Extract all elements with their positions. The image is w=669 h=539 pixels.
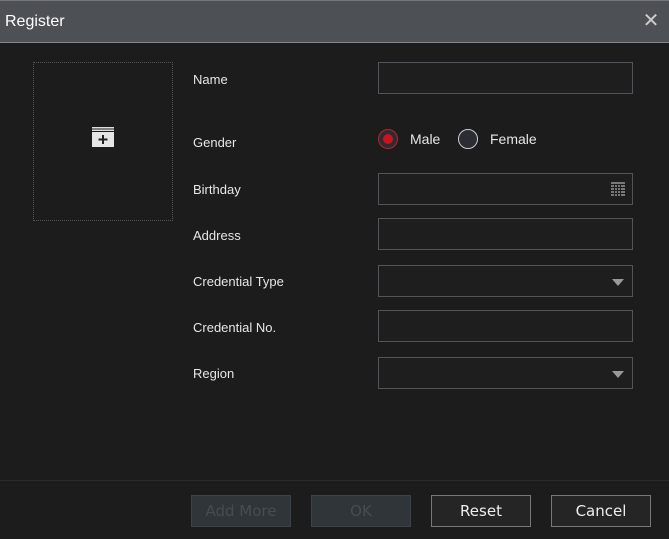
name-label: Name [193,72,228,87]
gender-female-radio[interactable] [458,129,478,149]
address-input[interactable] [378,218,633,250]
name-input[interactable] [378,62,633,94]
calendar-icon[interactable] [611,182,625,196]
birthday-input[interactable] [378,173,633,205]
region-label: Region [193,366,235,381]
dialog-title: Register [5,13,65,30]
add-more-button[interactable]: Add More [191,495,291,527]
credential-no-label: Credential No. [193,320,277,335]
dialog-titlebar: Register ✕ [0,0,669,43]
add-photo-icon [92,127,114,147]
chevron-down-icon [612,371,624,378]
region-select[interactable] [378,357,633,389]
credential-type-select[interactable] [378,265,633,297]
gender-male-label[interactable]: Male [410,131,440,147]
photo-upload-area[interactable] [33,62,173,221]
gender-male-radio[interactable] [378,129,398,149]
reset-button[interactable]: Reset [431,495,531,527]
address-label: Address [193,228,241,243]
credential-no-input[interactable] [378,310,633,342]
ok-button[interactable]: OK [311,495,411,527]
credential-type-label: Credential Type [193,274,284,289]
cancel-button[interactable]: Cancel [551,495,651,527]
chevron-down-icon [612,279,624,286]
close-icon[interactable]: ✕ [641,10,661,32]
footer-divider [0,480,669,481]
birthday-label: Birthday [193,182,241,197]
gender-female-label[interactable]: Female [490,131,537,147]
gender-label: Gender [193,135,237,150]
